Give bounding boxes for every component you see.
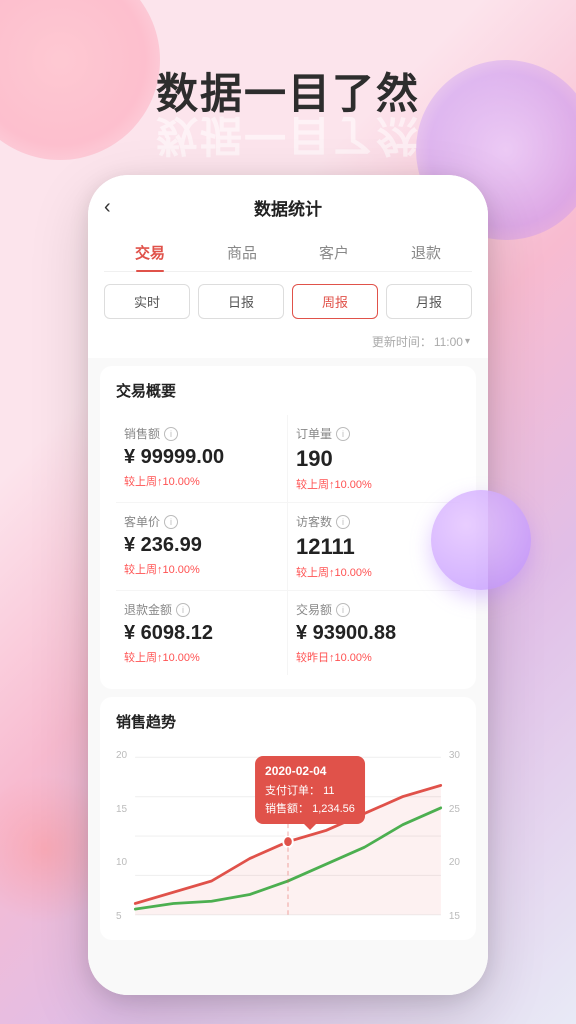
purple-ball-decoration xyxy=(431,490,531,590)
metric-avg-order-change: 较上周↑10.00% xyxy=(124,561,279,577)
period-realtime[interactable]: 实时 xyxy=(104,284,190,319)
metric-transaction-change: 较昨日↑10.00% xyxy=(296,649,452,665)
metric-visitors-change: 较上周↑10.00% xyxy=(296,564,452,580)
metric-avg-order-label: 客单价 i xyxy=(124,513,279,530)
tooltip-date: 2020-02-04 xyxy=(265,762,355,781)
phone-mockup: ‹ 数据统计 交易 商品 客户 退款 xyxy=(88,175,488,995)
tab-refunds[interactable]: 退款 xyxy=(395,234,457,271)
y-axis-left: 20 15 10 5 xyxy=(116,746,127,926)
metric-orders-label: 订单量 i xyxy=(296,425,452,442)
metric-orders: 订单量 i 190 较上周↑10.00% xyxy=(288,415,460,503)
metric-refund-change: 较上周↑10.00% xyxy=(124,649,279,665)
period-weekly[interactable]: 周报 xyxy=(292,284,378,319)
tab-products[interactable]: 商品 xyxy=(211,234,273,271)
page-title: 数据统计 xyxy=(254,195,322,220)
phone-header: ‹ 数据统计 交易 商品 客户 退款 xyxy=(88,175,488,358)
chevron-down-icon[interactable]: ▾ xyxy=(465,336,470,347)
back-button[interactable]: ‹ xyxy=(104,196,111,219)
update-time-row: 更新时间： 11:00 ▾ xyxy=(104,329,472,358)
overview-title: 交易概要 xyxy=(116,380,460,401)
metric-sales: 销售额 i ¥ 99999.00 较上周↑10.00% xyxy=(116,415,288,503)
info-icon-orders: i xyxy=(336,427,350,441)
metric-refund: 退款金额 i ¥ 6098.12 较上周↑10.00% xyxy=(116,591,288,675)
tooltip-order: 支付订单： 11 xyxy=(265,783,355,801)
update-label: 更新时间： xyxy=(372,333,432,350)
metric-sales-value: ¥ 99999.00 xyxy=(124,446,279,469)
period-buttons: 实时 日报 周报 月报 xyxy=(104,284,472,329)
metric-avg-order: 客单价 i ¥ 236.99 较上周↑10.00% xyxy=(116,503,288,591)
main-tabs: 交易 商品 客户 退款 xyxy=(104,234,472,272)
header-row: ‹ 数据统计 xyxy=(104,195,472,220)
metric-orders-value: 190 xyxy=(296,446,452,472)
overview-section: 交易概要 销售额 i ¥ 99999.00 较上周↑10.00% xyxy=(100,366,476,689)
info-icon-transaction: i xyxy=(336,603,350,617)
metric-refund-label: 退款金额 i xyxy=(124,601,279,618)
trend-section: 销售趋势 20 15 10 5 xyxy=(100,697,476,940)
metrics-grid: 销售额 i ¥ 99999.00 较上周↑10.00% 订单量 i 190 xyxy=(116,415,460,675)
update-time-value: 11:00 xyxy=(434,335,463,349)
phone-inner: ‹ 数据统计 交易 商品 客户 退款 xyxy=(88,175,488,995)
period-daily[interactable]: 日报 xyxy=(198,284,284,319)
period-monthly[interactable]: 月报 xyxy=(386,284,472,319)
phone-scroll-content[interactable]: 交易概要 销售额 i ¥ 99999.00 较上周↑10.00% xyxy=(88,358,488,995)
info-icon-visitors: i xyxy=(336,515,350,529)
tab-transactions[interactable]: 交易 xyxy=(119,234,181,271)
metric-visitors-label: 访客数 i xyxy=(296,513,452,530)
trend-title: 销售趋势 xyxy=(116,711,460,732)
chart-tooltip: 2020-02-04 支付订单： 11 销售额： 1,234.56 xyxy=(255,756,365,824)
hero-title: 数据一目了然 xyxy=(0,60,576,121)
metric-avg-order-value: ¥ 236.99 xyxy=(124,534,279,557)
tab-customers[interactable]: 客户 xyxy=(303,234,365,271)
chart-area: 20 15 10 5 xyxy=(116,746,460,926)
info-icon-refund: i xyxy=(176,603,190,617)
metric-transaction: 交易额 i ¥ 93900.88 较昨日↑10.00% xyxy=(288,591,460,675)
info-icon-sales: i xyxy=(164,427,178,441)
metric-transaction-value: ¥ 93900.88 xyxy=(296,622,452,645)
metric-transaction-label: 交易额 i xyxy=(296,601,452,618)
metric-visitors-value: 12111 xyxy=(296,534,452,560)
y-axis-right: 30 25 20 15 xyxy=(449,746,460,926)
metric-refund-value: ¥ 6098.12 xyxy=(124,622,279,645)
tooltip-sales: 销售额： 1,234.56 xyxy=(265,801,355,819)
metric-sales-label: 销售额 i xyxy=(124,425,279,442)
info-icon-avg: i xyxy=(164,515,178,529)
metric-orders-change: 较上周↑10.00% xyxy=(296,476,452,492)
metric-sales-change: 较上周↑10.00% xyxy=(124,473,279,489)
